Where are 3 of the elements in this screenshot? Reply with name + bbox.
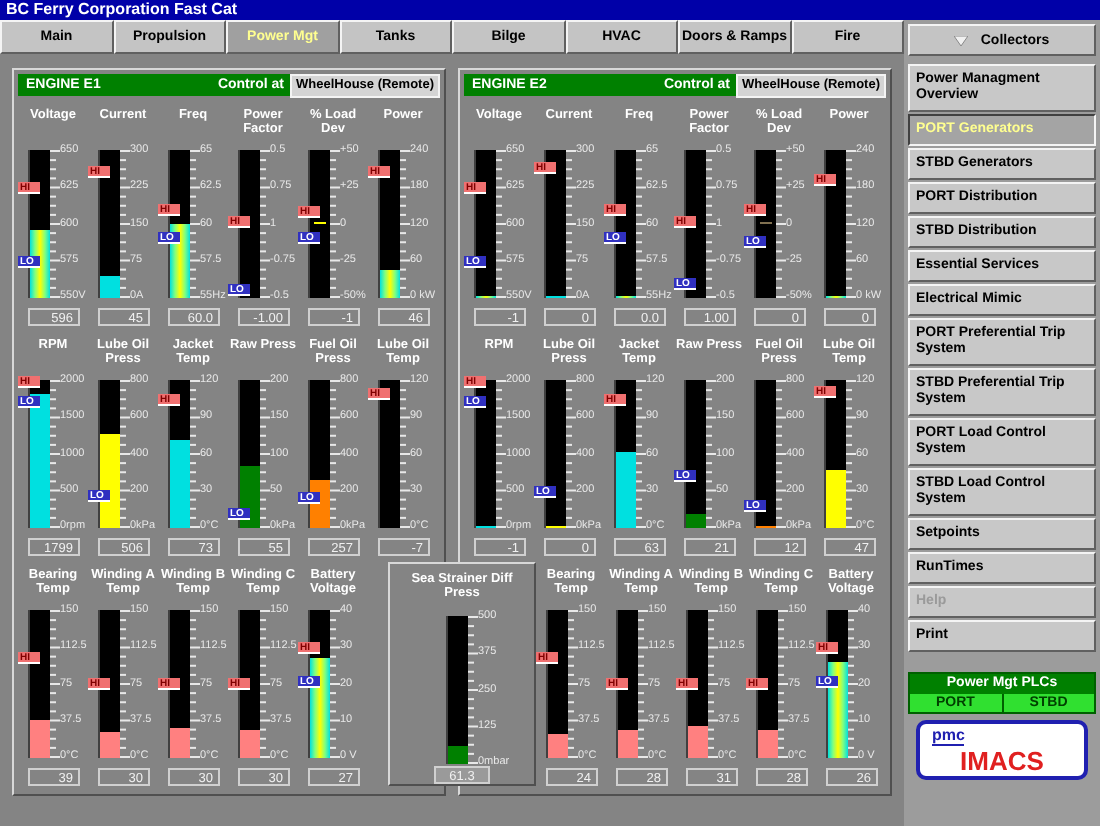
imacs-logo: pmc IMACS [916,720,1088,780]
dropdown-arrow-icon [954,35,969,45]
window-title: BC Ferry Corporation Fast Cat [0,0,1100,20]
